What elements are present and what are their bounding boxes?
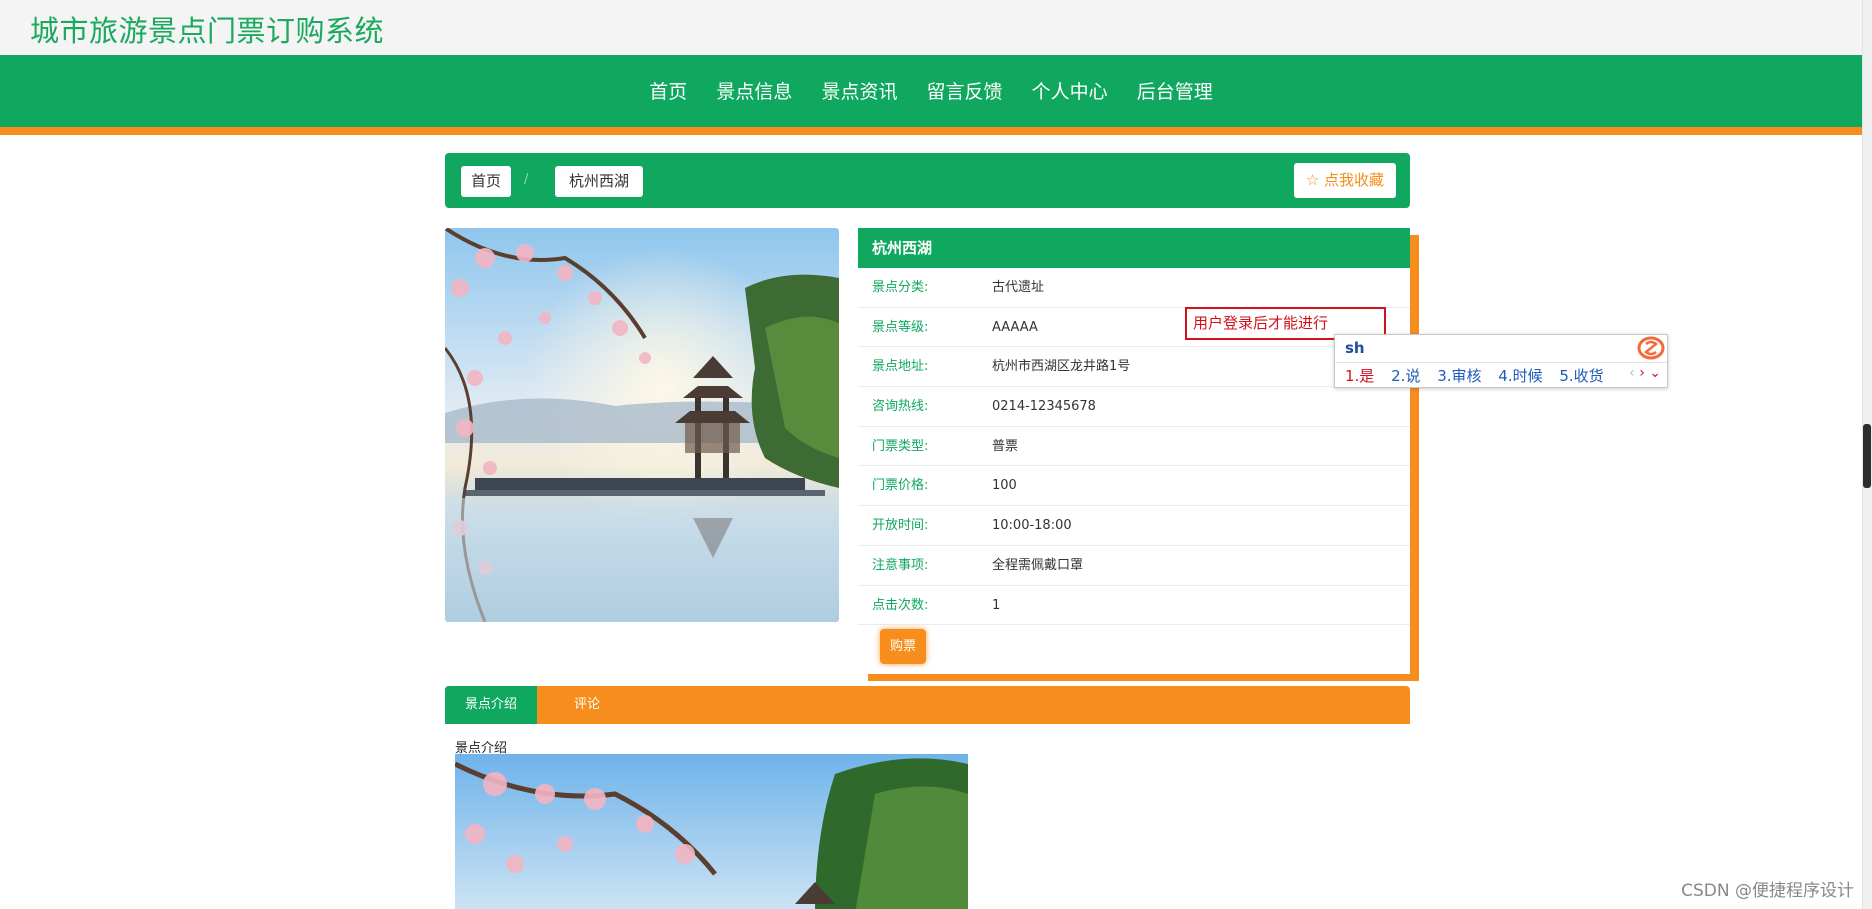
tab-comments[interactable]: 评论 xyxy=(537,686,637,724)
buy-ticket-button[interactable]: 购票 xyxy=(880,629,926,664)
info-row-price: 门票价格: 100 xyxy=(858,466,1410,507)
ime-candidate[interactable]: 4.时候 xyxy=(1498,367,1542,385)
page-scrollbar[interactable] xyxy=(1862,0,1872,909)
label-hotline: 咨询热线: xyxy=(872,399,929,415)
favorite-button[interactable]: ☆ 点我收藏 xyxy=(1293,163,1396,198)
nav-home[interactable]: 首页 xyxy=(649,77,687,104)
value-address: 杭州市西湖区龙井路1号 xyxy=(992,359,1131,375)
label-hours: 开放时间: xyxy=(872,518,929,534)
ime-input-text: sh xyxy=(1345,339,1365,357)
chevron-right-icon[interactable]: › xyxy=(1639,365,1645,381)
ime-candidate[interactable]: 5.收货 xyxy=(1559,367,1603,385)
sogou-logo-icon xyxy=(1637,336,1665,360)
ime-page-controls: ‹ › ⌄ xyxy=(1629,365,1661,381)
csdn-watermark: CSDN @便捷程序设计 xyxy=(1681,881,1854,901)
value-ticket-type: 普票 xyxy=(992,438,1019,454)
value-hours: 10:00-18:00 xyxy=(992,518,1072,534)
breadcrumb-current[interactable]: 杭州西湖 xyxy=(555,166,644,197)
scrollbar-thumb[interactable] xyxy=(1863,424,1871,488)
nav-attractions[interactable]: 景点信息 xyxy=(716,77,792,104)
info-row-clicks: 点击次数: 1 xyxy=(858,586,1410,626)
breadcrumb-home[interactable]: 首页 xyxy=(461,166,512,197)
label-ticket-type: 门票类型: xyxy=(872,438,929,454)
ime-candidate[interactable]: 2.说 xyxy=(1391,367,1420,385)
info-row-hours: 开放时间: 10:00-18:00 xyxy=(858,506,1410,546)
label-category: 景点分类: xyxy=(872,280,929,295)
info-row-ticket-type: 门票类型: 普票 xyxy=(858,427,1410,467)
ime-candidate-window: sh 1.是 2.说 3.审核 4.时候 5.收货 ‹ › ⌄ xyxy=(1334,334,1668,388)
value-category: 古代遗址 xyxy=(992,280,1045,295)
nav-personal-center[interactable]: 个人中心 xyxy=(1032,77,1108,104)
detail-tabs: 景点介绍 评论 xyxy=(445,686,1410,724)
value-hotline: 0214-12345678 xyxy=(992,399,1096,415)
label-clicks: 点击次数: xyxy=(872,597,929,613)
value-notes: 全程需佩戴口罩 xyxy=(992,557,1084,573)
chevron-down-icon[interactable]: ⌄ xyxy=(1649,365,1661,381)
nav-admin[interactable]: 后台管理 xyxy=(1137,77,1213,104)
value-price: 100 xyxy=(992,478,1017,494)
nav-news[interactable]: 景点资讯 xyxy=(821,77,897,104)
attraction-photo xyxy=(445,228,839,622)
site-title: 城市旅游景点门票订购系统 xyxy=(30,14,385,48)
label-notes: 注意事项: xyxy=(872,557,929,573)
ime-candidate[interactable]: 1.是 xyxy=(1345,367,1374,385)
intro-photo xyxy=(455,754,968,909)
info-row-hotline: 咨询热线: 0214-12345678 xyxy=(858,387,1410,427)
value-grade: AAAAA xyxy=(992,319,1038,335)
ime-candidates: 1.是 2.说 3.审核 4.时候 5.收货 xyxy=(1345,365,1616,386)
attraction-name: 杭州西湖 xyxy=(858,228,1410,268)
ime-divider xyxy=(1335,362,1667,363)
chevron-left-icon[interactable]: ‹ xyxy=(1629,365,1635,381)
label-address: 景点地址: xyxy=(872,359,929,375)
info-row-address: 景点地址: 杭州市西湖区龙井路1号 xyxy=(858,347,1410,388)
label-grade: 景点等级: xyxy=(872,319,929,335)
label-price: 门票价格: xyxy=(872,478,929,494)
nav-feedback[interactable]: 留言反馈 xyxy=(927,77,1003,104)
info-row-notes: 注意事项: 全程需佩戴口罩 xyxy=(858,546,1410,586)
tab-introduction[interactable]: 景点介绍 xyxy=(445,686,537,724)
main-nav: 首页 景点信息 景点资讯 留言反馈 个人中心 后台管理 xyxy=(0,55,1862,135)
info-row-category: 景点分类: 古代遗址 xyxy=(858,268,1410,308)
top-header: 城市旅游景点门票订购系统 xyxy=(0,0,1862,55)
nav-items: 首页 景点信息 景点资讯 留言反馈 个人中心 后台管理 xyxy=(0,77,1862,104)
ime-candidate[interactable]: 3.审核 xyxy=(1437,367,1481,385)
breadcrumb: 首页 / 杭州西湖 ☆ 点我收藏 xyxy=(445,153,1410,208)
value-clicks: 1 xyxy=(992,597,1001,613)
breadcrumb-separator: / xyxy=(524,172,529,187)
attraction-info-panel: 杭州西湖 景点分类: 古代遗址 景点等级: AAAAA 景点地址: 杭州市西湖区… xyxy=(858,228,1410,674)
